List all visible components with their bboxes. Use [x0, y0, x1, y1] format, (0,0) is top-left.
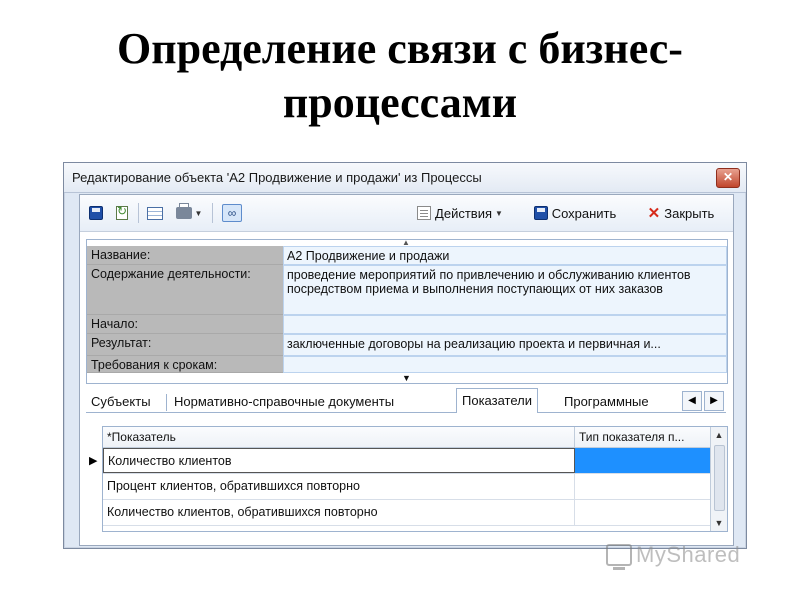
column-header-indicator-type[interactable]: Тип показателя п...	[575, 427, 711, 447]
indicator-cell[interactable]: Количество клиентов	[103, 448, 575, 473]
toolbar-separator	[138, 203, 139, 223]
field-label: Начало:	[87, 315, 283, 334]
link-button[interactable]: ∞	[219, 203, 245, 223]
window-close-button[interactable]: ✕	[716, 168, 740, 188]
chevron-down-icon: ▼	[194, 208, 203, 218]
activity-content-field[interactable]: проведение мероприятий по привлечению и …	[283, 265, 727, 315]
refresh-icon-button[interactable]	[112, 203, 132, 223]
indicator-type-cell[interactable]	[575, 448, 711, 473]
slide-title-line-1: Определение связи с бизнес-	[117, 24, 683, 73]
printer-icon	[175, 203, 192, 219]
deadline-requirements-field[interactable]	[283, 356, 727, 373]
indicators-grid: *Показатель Тип показателя п... ▶ Количе…	[89, 426, 728, 532]
dialog-client-area: ▼ ∞ Действия ▼ Сохранить ✕ Закрыть ▲	[79, 194, 734, 546]
field-label: Требования к срокам:	[87, 356, 283, 373]
chevron-down-icon: ▼	[495, 208, 503, 218]
tab-scroll-right-icon[interactable]: ▶	[704, 391, 724, 411]
name-field[interactable]: А2 Продвижение и продажи	[283, 246, 727, 265]
table-row[interactable]: Процент клиентов, обратившихся повторно	[103, 474, 711, 500]
actions-menu-button[interactable]: Действия ▼	[406, 203, 514, 223]
table-icon	[147, 206, 163, 220]
tab-strip: Субъекты Нормативно-справочные документы…	[86, 388, 726, 413]
tab-indicators[interactable]: Показатели	[456, 388, 538, 413]
slide-title-line-2: процессами	[282, 78, 518, 127]
form-row-content: Содержание деятельности: проведение меро…	[87, 265, 727, 315]
table-row[interactable]: Количество клиентов, обратившихся повтор…	[103, 500, 711, 526]
tab-software[interactable]: Программные	[559, 392, 654, 412]
field-label: Содержание деятельности:	[87, 265, 283, 315]
field-label: Название:	[87, 246, 283, 265]
document-edit-icon	[417, 206, 432, 220]
link-icon: ∞	[222, 204, 242, 222]
tab-scroll-left-icon[interactable]: ◀	[682, 391, 702, 411]
window-titlebar[interactable]: Редактирование объекта 'А2 Продвижение и…	[64, 163, 746, 193]
form-row-result: Результат: заключенные договоры на реали…	[87, 334, 727, 356]
grid-vertical-scrollbar[interactable]: ▲ ▼	[710, 427, 727, 531]
expand-down-icon[interactable]: ▼	[402, 373, 411, 383]
window-title: Редактирование объекта 'А2 Продвижение и…	[72, 170, 482, 185]
form-row-deadlines: Требования к срокам:	[87, 356, 727, 373]
field-label: Результат:	[87, 334, 283, 356]
tab-separator	[166, 394, 167, 411]
current-row-pointer-icon: ▶	[89, 455, 98, 467]
close-label: Закрыть	[664, 205, 715, 221]
indicator-type-cell[interactable]	[575, 500, 711, 525]
tab-subjects[interactable]: Субъекты	[86, 392, 156, 412]
toolbar: ▼ ∞ Действия ▼ Сохранить ✕ Закрыть	[80, 195, 733, 232]
save-button[interactable]: Сохранить	[523, 203, 627, 223]
scroll-down-icon[interactable]: ▼	[711, 515, 727, 531]
grid-header: *Показатель Тип показателя п...	[103, 427, 711, 448]
close-button[interactable]: ✕ Закрыть	[636, 203, 726, 223]
save-icon-button[interactable]	[86, 203, 106, 223]
column-header-indicator[interactable]: *Показатель	[103, 427, 575, 447]
scroll-up-icon[interactable]: ▲	[711, 427, 727, 443]
actions-label: Действия	[435, 205, 493, 221]
indicator-cell[interactable]: Количество клиентов, обратившихся повтор…	[103, 500, 575, 525]
save-icon	[89, 206, 103, 220]
table-view-button[interactable]	[144, 203, 166, 223]
table-row[interactable]: ▶ Количество клиентов	[89, 448, 711, 474]
watermark: MyShared	[606, 539, 740, 571]
object-properties-form: ▲ Название: А2 Продвижение и продажи Сод…	[86, 238, 728, 384]
watermark-text: MyShared	[636, 542, 741, 567]
start-field[interactable]	[283, 315, 727, 334]
form-row-name: Название: А2 Продвижение и продажи	[87, 246, 727, 265]
result-field[interactable]: заключенные договоры на реализацию проек…	[283, 334, 727, 356]
toolbar-separator	[212, 203, 213, 223]
slide-title: Определение связи с бизнес- процессами	[0, 22, 800, 130]
edit-object-dialog: Редактирование объекта 'А2 Продвижение и…	[63, 162, 747, 549]
indicator-type-cell[interactable]	[575, 474, 711, 499]
indicator-cell[interactable]: Процент клиентов, обратившихся повторно	[103, 474, 575, 499]
save-label: Сохранить	[551, 205, 617, 221]
presentation-screen-icon	[606, 544, 632, 570]
tab-reference-documents[interactable]: Нормативно-справочные документы	[169, 392, 399, 412]
save-icon	[533, 206, 548, 220]
close-icon: ✕	[647, 205, 661, 222]
form-row-start: Начало:	[87, 315, 727, 334]
scrollbar-thumb[interactable]	[714, 445, 725, 511]
refresh-icon	[116, 204, 128, 220]
print-button[interactable]: ▼	[172, 203, 206, 223]
